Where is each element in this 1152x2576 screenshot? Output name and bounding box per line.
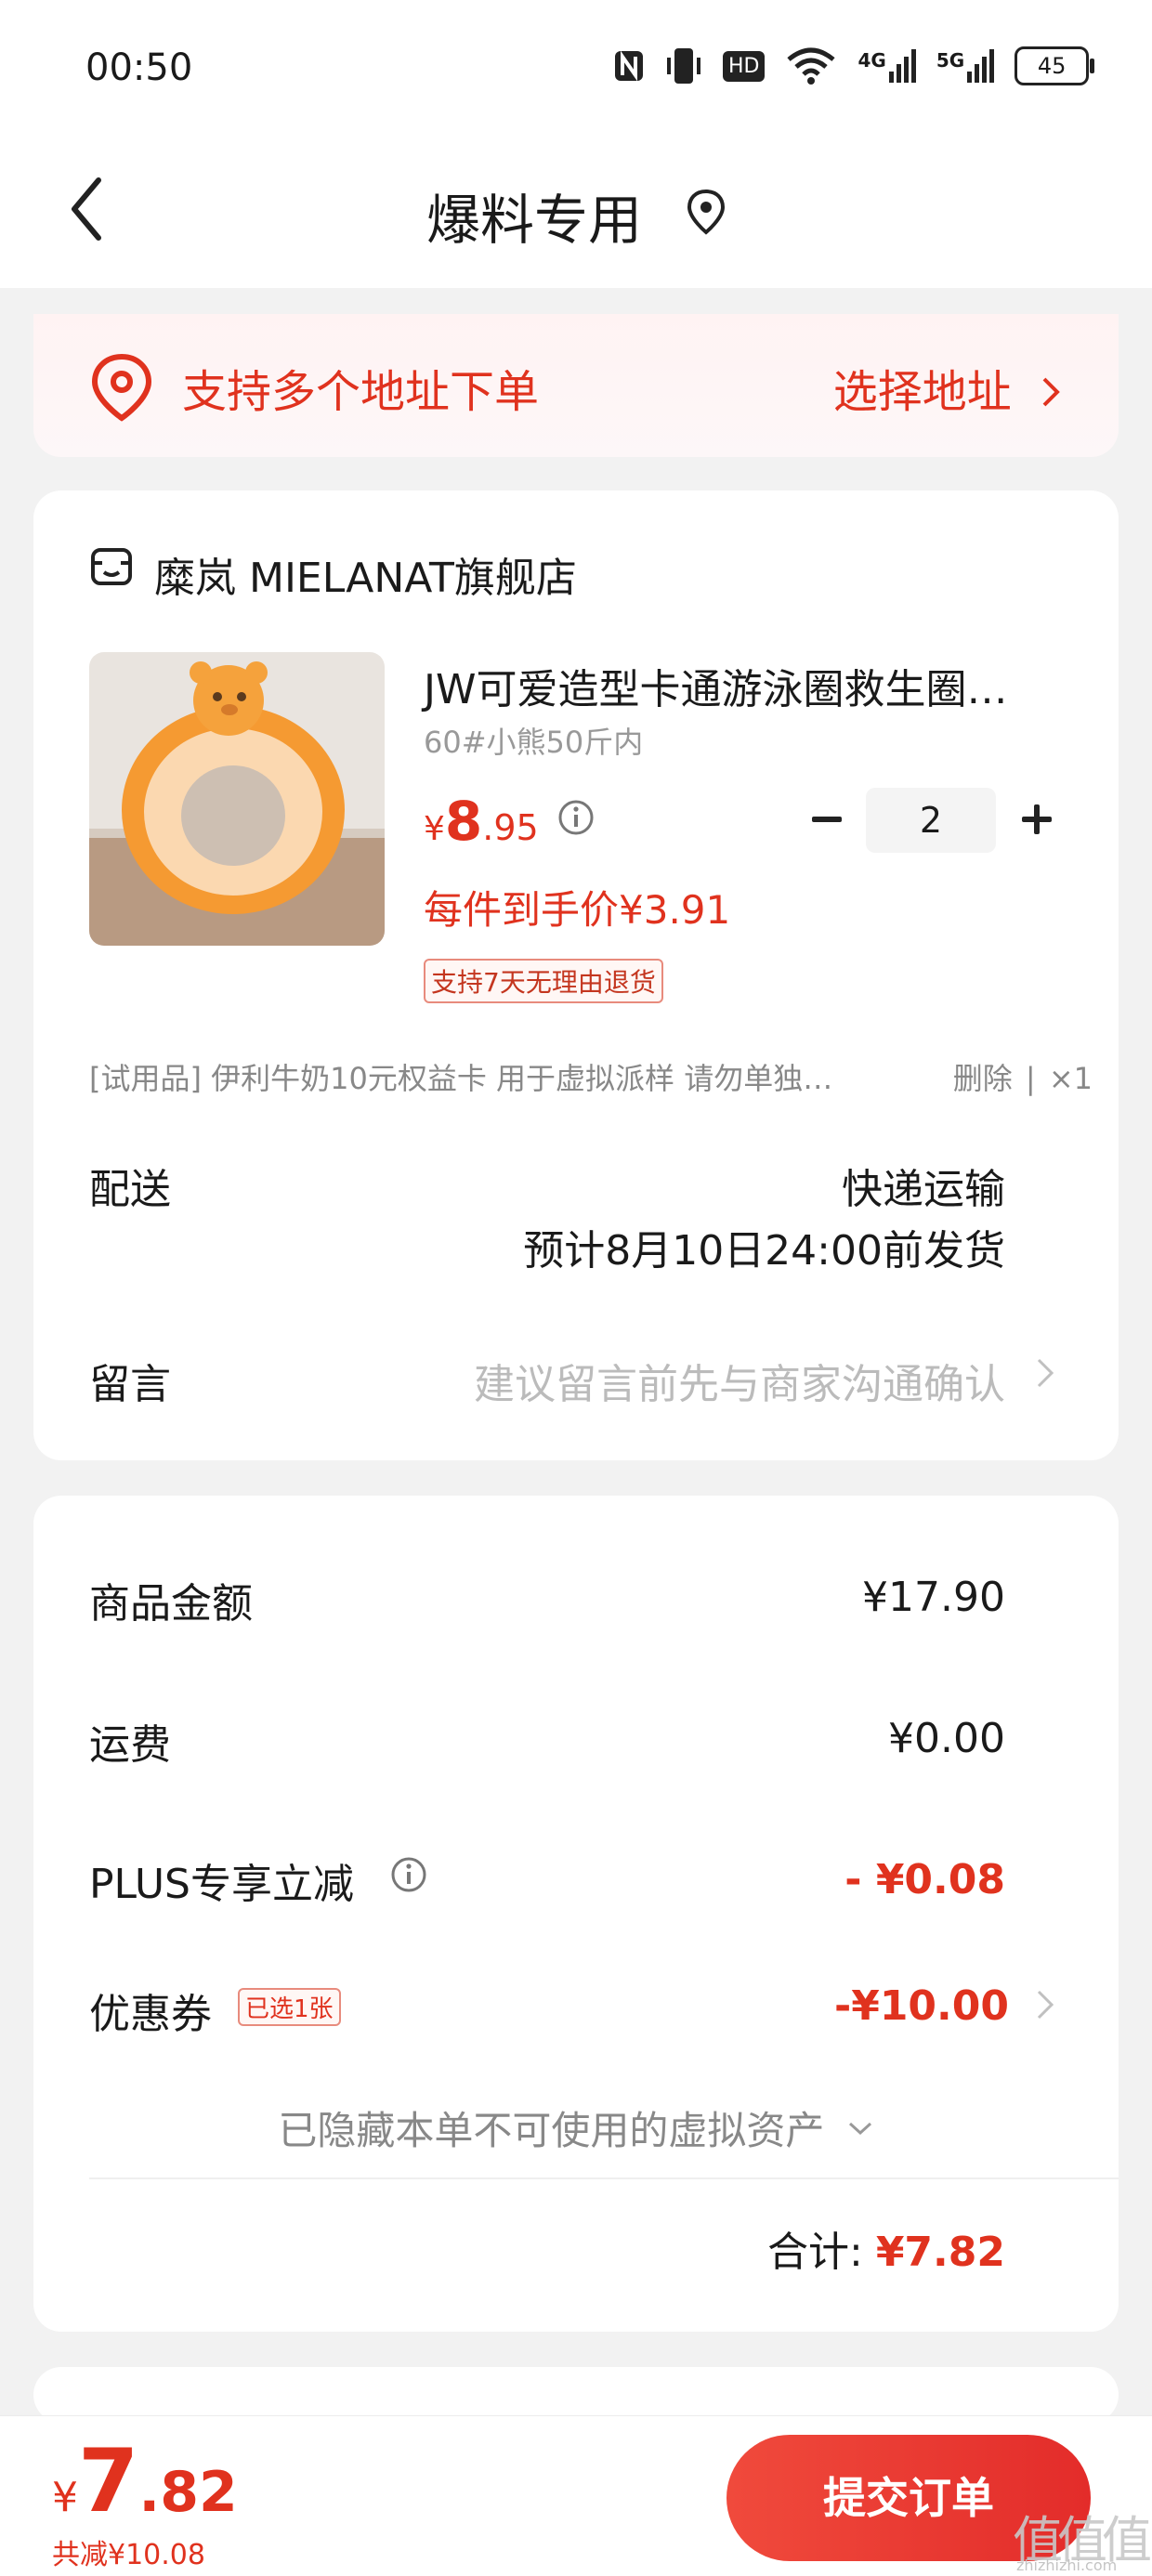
return-policy-badge: 支持7天无理由退货 — [424, 959, 663, 1003]
increase-quantity-button[interactable] — [1011, 793, 1063, 845]
status-icons: HD 4G 5G 45 — [613, 45, 1095, 87]
divider — [89, 2177, 1119, 2179]
quantity-field[interactable]: 2 — [866, 788, 996, 853]
signal-5g-icon: 5G — [936, 49, 995, 83]
vibrate-icon — [667, 48, 700, 84]
unit-price: 每件到手价¥3.91 — [424, 887, 731, 933]
gift-separator: | — [1025, 1061, 1036, 1096]
coupon-value[interactable]: -¥10.00 — [834, 1982, 1009, 2030]
total-row: 合计: ¥7.82 — [767, 2218, 1005, 2278]
signal-4g-icon: 4G — [857, 49, 916, 83]
delivery-estimate: 预计8月10日24:00前发货 — [523, 1227, 1005, 1275]
gift-item-text: [试用品] 伊利牛奶10元权益卡 用于虚拟派样 请勿单独… — [89, 1061, 833, 1096]
hidden-assets-label: 已隐藏本单不可使用的虚拟资产 — [278, 2108, 825, 2153]
hidden-assets-toggle[interactable]: 已隐藏本单不可使用的虚拟资产 — [33, 2099, 1119, 2156]
delete-gift-button[interactable]: 删除 — [953, 1061, 1013, 1096]
next-card — [33, 2367, 1119, 2423]
total-label: 合计: — [766, 2229, 863, 2276]
nav-bar: 爆料专用 — [0, 139, 1152, 288]
hd-icon: HD — [723, 50, 766, 82]
info-icon[interactable] — [557, 799, 595, 836]
address-banner[interactable]: 支持多个地址下单 选择地址 — [33, 314, 1119, 457]
product-title[interactable]: JW可爱造型卡通游泳圈救生圈… — [424, 656, 1007, 715]
plus-discount-value: - ¥0.08 — [844, 1856, 1005, 1903]
wifi-icon — [787, 47, 836, 85]
goods-amount-value: ¥17.90 — [862, 1574, 1005, 1621]
order-card: 糜岚 MIELANAT旗舰店 JW可爱造型卡通游泳圈救生圈… 60#小熊50斤内… — [33, 490, 1119, 1460]
decrease-quantity-button[interactable] — [801, 793, 853, 845]
coupon-label: 优惠券 — [89, 1991, 212, 2038]
info-icon[interactable] — [390, 1856, 427, 1893]
bottom-bar: ¥7.82 共减¥10.08 提交订单 — [0, 2415, 1152, 2576]
goods-amount-label: 商品金额 — [89, 1580, 253, 1628]
shop-icon — [91, 548, 132, 585]
select-address-label: 选择地址 — [832, 366, 1012, 418]
delivery-method[interactable]: 快递运输 — [842, 1156, 1005, 1215]
product-image[interactable] — [89, 652, 385, 946]
watermark-url: zhizhizhi.com — [1016, 2556, 1118, 2574]
product-price: ¥8.95 — [424, 790, 539, 853]
payable-price: ¥7.82 — [52, 2431, 238, 2532]
location-pin-icon[interactable] — [678, 184, 734, 240]
summary-card: 商品金额 ¥17.90 运费 ¥0.00 PLUS专享立减 - ¥0.08 优惠… — [33, 1496, 1119, 2332]
nfc-icon — [615, 50, 643, 82]
total-saved: 共减¥10.08 — [52, 2539, 205, 2571]
location-pin-icon — [91, 353, 152, 422]
chevron-right-icon — [1037, 1358, 1054, 1388]
gift-item-actions: 删除 | ×1 — [953, 1055, 1093, 1098]
plus-discount-label: PLUS专享立减 — [89, 1861, 354, 1908]
price-integer: 8 — [444, 790, 483, 853]
chevron-right-icon — [1042, 377, 1060, 407]
delivery-label: 配送 — [89, 1166, 171, 1213]
message-label: 留言 — [89, 1361, 171, 1408]
total-value: ¥7.82 — [875, 2229, 1005, 2276]
shop-name[interactable]: 糜岚 MIELANAT旗舰店 — [154, 544, 577, 604]
status-bar: 00:50 HD 4G 5G 45 — [0, 0, 1152, 139]
multi-address-hint: 支持多个地址下单 — [182, 366, 540, 418]
price-currency: ¥ — [424, 810, 445, 848]
coupon-selected-badge: 已选1张 — [238, 1988, 341, 2026]
payable-integer: 7 — [78, 2431, 139, 2532]
status-time: 00:50 — [85, 46, 193, 89]
product-spec[interactable]: 60#小熊50斤内 — [424, 719, 643, 762]
chevron-right-icon[interactable] — [1033, 1986, 1057, 2023]
select-address-button[interactable]: 选择地址 — [833, 355, 1063, 420]
message-input[interactable]: 建议留言前先与商家沟通确认 — [474, 1351, 1005, 1410]
battery-indicator: 45 — [1015, 46, 1095, 85]
shipping-label: 运费 — [89, 1721, 171, 1769]
payable-currency: ¥ — [52, 2474, 78, 2521]
payable-decimal: .82 — [138, 2460, 238, 2525]
price-decimal: .95 — [482, 807, 539, 848]
chevron-down-icon — [848, 2122, 871, 2136]
page-title: 爆料专用 — [425, 189, 642, 252]
gift-quantity: ×1 — [1048, 1061, 1093, 1096]
shipping-value: ¥0.00 — [888, 1715, 1005, 1762]
